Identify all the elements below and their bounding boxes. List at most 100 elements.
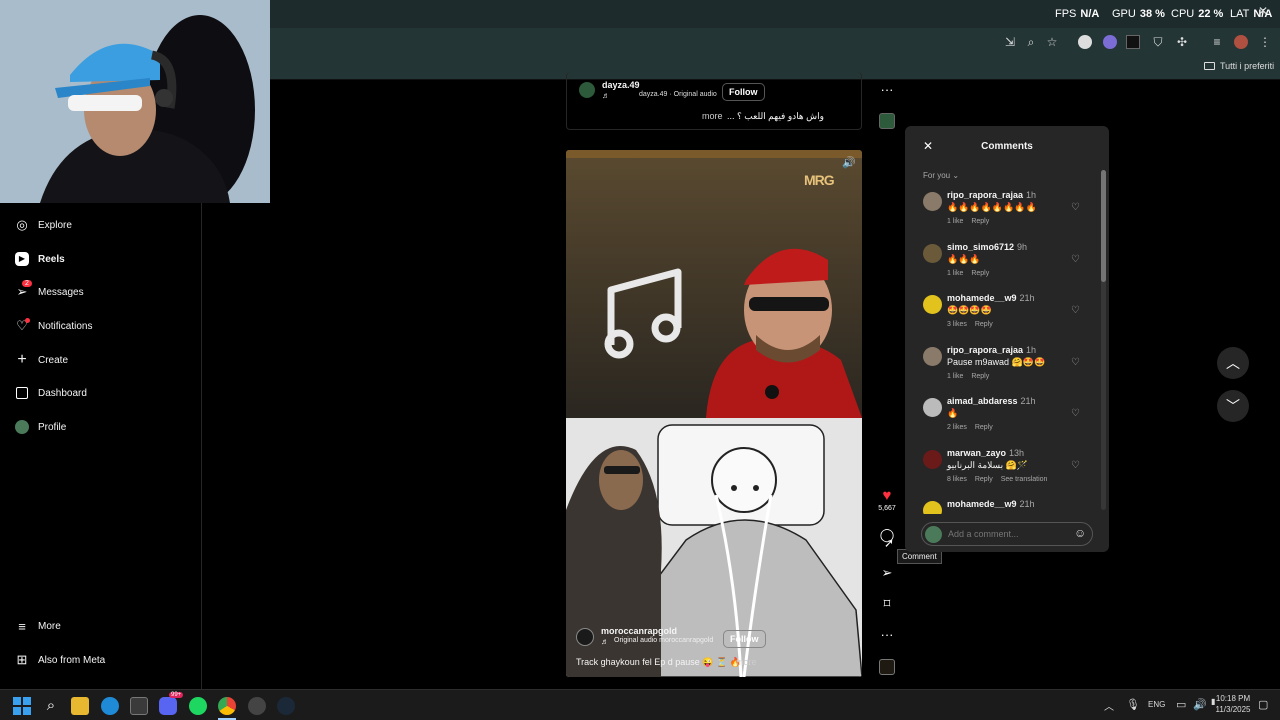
comment-likes[interactable]: 1 like	[947, 270, 963, 277]
sidebar-item-more[interactable]: ≡ More	[14, 616, 61, 636]
clock-time[interactable]: 10:18 PM	[1213, 694, 1253, 703]
comment-like-heart-icon[interactable]: ♡	[1071, 408, 1080, 419]
comment-username[interactable]: ripo_rapora_rajaa 1h	[947, 190, 1036, 200]
reply-button[interactable]: Reply	[971, 270, 989, 277]
comment-like-heart-icon[interactable]: ♡	[1071, 460, 1080, 471]
store-icon[interactable]	[130, 697, 148, 715]
audio-thumbnail[interactable]	[879, 659, 895, 675]
comment-input[interactable]	[948, 526, 1066, 542]
comment-username[interactable]: mohamede__w9 21h	[947, 499, 1035, 509]
prev-post-username[interactable]: dayza.49	[602, 80, 640, 90]
reading-list-icon[interactable]: ≡	[1210, 35, 1224, 49]
avatar[interactable]	[923, 192, 942, 211]
comments-filter-dropdown[interactable]: For you ⌄	[923, 171, 959, 180]
see-translation-link[interactable]: See translation	[1001, 476, 1048, 483]
install-app-icon[interactable]: ⇲	[1003, 35, 1017, 49]
spotify-icon[interactable]	[189, 697, 207, 715]
language-indicator[interactable]: ENG	[1148, 700, 1165, 709]
edge-browser-icon[interactable]	[101, 697, 119, 715]
close-window-icon[interactable]: ✕	[1258, 4, 1268, 18]
reel-video[interactable]: MRG 🔊 moroccanrapgold ♬ Original audio m…	[566, 150, 862, 677]
comment-likes[interactable]: 1 like	[947, 373, 963, 380]
comment-like-heart-icon[interactable]: ♡	[1071, 305, 1080, 316]
like-heart-icon[interactable]: ♥	[878, 487, 896, 504]
comment-username[interactable]: aimad_abdaress 21h	[947, 396, 1036, 406]
speaker-icon[interactable]: 🔊	[842, 156, 856, 169]
sidebar-item-also-from-meta[interactable]: ⊞ Also from Meta	[14, 650, 106, 670]
more-options-icon[interactable]: ···	[878, 82, 896, 97]
search-icon[interactable]: ⌕	[42, 697, 60, 715]
puzzle-icon[interactable]: ✣	[1175, 35, 1189, 49]
prev-post-more-link[interactable]: more	[702, 111, 723, 121]
reel-audio[interactable]: Original audio moroccanrapgold	[614, 637, 713, 644]
prev-post-audio[interactable]: dayza.49 · Original audio	[639, 91, 717, 98]
zoom-icon[interactable]: ⌕	[1024, 35, 1038, 49]
avatar[interactable]	[923, 295, 942, 314]
comment-like-heart-icon[interactable]: ♡	[1071, 254, 1080, 265]
avatar[interactable]	[923, 501, 942, 514]
avatar[interactable]	[579, 82, 595, 98]
audio-thumbnail[interactable]	[879, 113, 895, 129]
next-reel-button[interactable]: ﹀	[1217, 390, 1249, 422]
mrg-logo: MRG	[804, 172, 835, 188]
previous-reel-button[interactable]: ︿	[1217, 347, 1249, 379]
all-bookmarks-folder[interactable]: Tutti i preferiti	[1204, 61, 1274, 71]
comment-likes[interactable]: 3 likes	[947, 321, 967, 328]
microphone-icon[interactable]: 🎙	[1126, 698, 1140, 711]
follow-button[interactable]: Follow	[722, 83, 765, 101]
avatar-icon	[14, 419, 30, 435]
reply-button[interactable]: Reply	[971, 218, 989, 225]
follow-button[interactable]: Follow	[723, 630, 766, 648]
avatar[interactable]	[576, 628, 594, 646]
avatar[interactable]	[923, 398, 942, 417]
avatar[interactable]	[923, 347, 942, 366]
share-icon[interactable]: ➢	[878, 565, 896, 581]
kebab-menu-icon[interactable]: ⋮	[1258, 35, 1272, 49]
comment-username[interactable]: mohamede__w9 21h	[947, 293, 1035, 303]
game-app-icon[interactable]	[248, 697, 266, 715]
clock-date[interactable]: 11/3/2025	[1213, 705, 1253, 714]
notification-center-icon[interactable]: ▢	[1258, 698, 1268, 711]
shield-icon[interactable]: ⛉	[1151, 35, 1165, 49]
comment-like-heart-icon[interactable]: ♡	[1071, 202, 1080, 213]
comment-likes[interactable]: 2 likes	[947, 424, 967, 431]
comment-likes[interactable]: 8 likes	[947, 476, 967, 483]
extension-icon[interactable]	[1103, 35, 1117, 49]
reply-button[interactable]: Reply	[975, 321, 993, 328]
comment-like-heart-icon[interactable]: ♡	[1071, 357, 1080, 368]
sidebar-item-notifications[interactable]: ♡ Notifications	[14, 316, 92, 336]
extension-icon[interactable]	[1126, 35, 1140, 49]
save-bookmark-icon[interactable]: ⌑	[878, 596, 896, 612]
chevron-up-icon[interactable]: ︿	[1104, 698, 1114, 713]
sidebar-item-reels[interactable]: ▶ Reels	[14, 249, 65, 269]
steam-icon[interactable]	[277, 697, 295, 715]
reply-button[interactable]: Reply	[975, 424, 993, 431]
extension-icon[interactable]	[1078, 35, 1092, 49]
avatar[interactable]	[923, 244, 942, 263]
comment-input-box[interactable]: ☺	[921, 522, 1093, 546]
discord-icon[interactable]: 99+	[159, 692, 184, 715]
comment-username[interactable]: simo_simo6712 9h	[947, 242, 1027, 252]
avatar[interactable]	[923, 450, 942, 469]
more-options-icon[interactable]: ···	[878, 627, 896, 642]
file-explorer-icon[interactable]	[71, 697, 89, 715]
reply-button[interactable]: Reply	[975, 476, 993, 483]
bookmark-star-icon[interactable]: ☆	[1045, 35, 1059, 49]
sidebar-item-dashboard[interactable]: Dashboard	[14, 383, 87, 403]
profile-avatar-icon[interactable]	[1234, 35, 1248, 49]
windows-start-icon[interactable]	[13, 697, 31, 715]
reply-button[interactable]: Reply	[971, 373, 989, 380]
emoji-icon[interactable]: ☺	[1074, 526, 1086, 540]
reel-more-link[interactable]: more	[736, 657, 757, 667]
sidebar-item-create[interactable]: + Create	[14, 350, 68, 370]
comment-username[interactable]: ripo_rapora_rajaa 1h	[947, 345, 1036, 355]
comment-likes[interactable]: 1 like	[947, 218, 963, 225]
sidebar-item-profile[interactable]: Profile	[14, 417, 66, 437]
volume-icon[interactable]: 🔊	[1193, 698, 1207, 711]
reel-username[interactable]: moroccanrapgold	[601, 626, 677, 636]
sidebar-item-explore[interactable]: ◎ Explore	[14, 215, 72, 235]
chrome-icon[interactable]	[218, 697, 236, 715]
network-icon[interactable]: ▭	[1176, 698, 1186, 711]
comment-username[interactable]: marwan_zayo 13h	[947, 448, 1024, 458]
sidebar-item-messages[interactable]: ➢ 2 Messages	[14, 280, 84, 302]
